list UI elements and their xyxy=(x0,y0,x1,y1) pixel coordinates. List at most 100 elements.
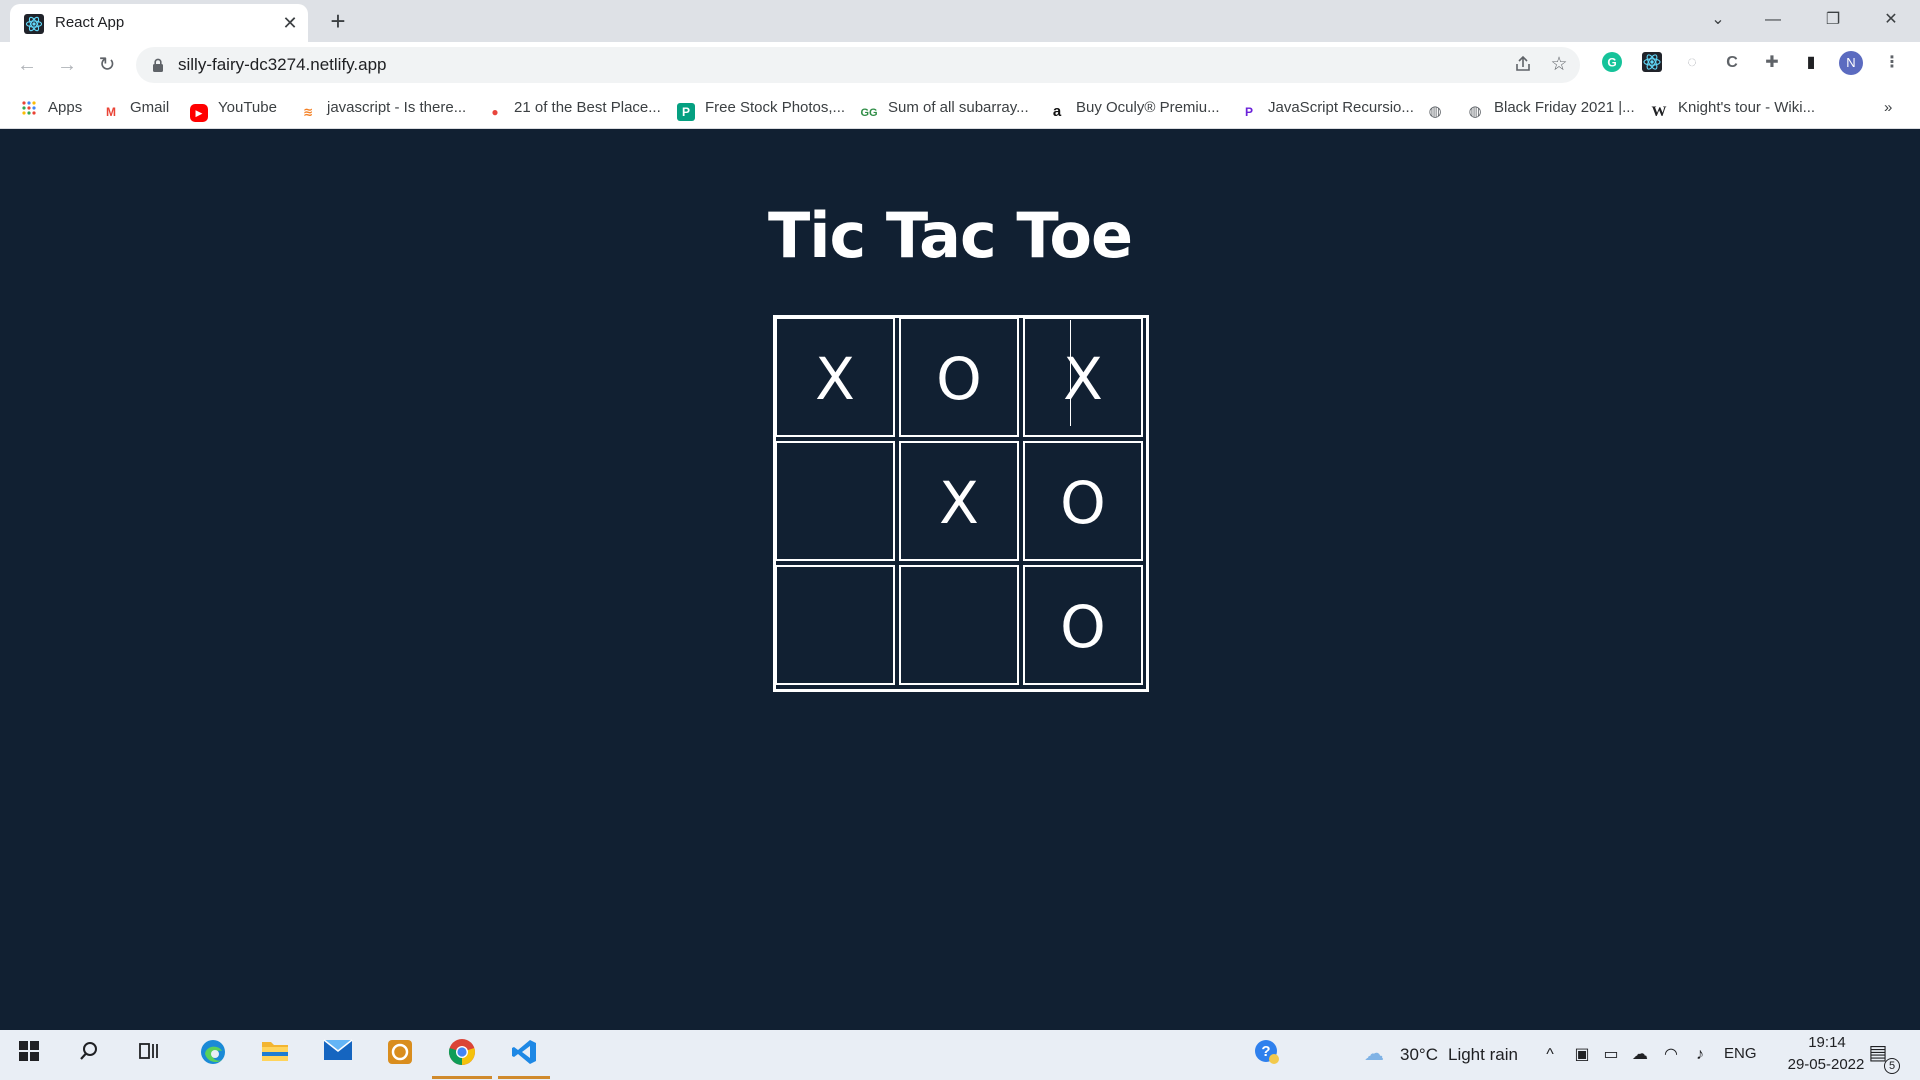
minimize-button[interactable]: — xyxy=(1755,6,1791,34)
bookmarks-overflow-icon[interactable]: » xyxy=(1884,96,1892,120)
extension-spinner-icon[interactable]: ◌ xyxy=(1680,51,1704,75)
tab-search-icon[interactable]: ⌄ xyxy=(1700,6,1736,34)
forward-button[interactable]: → xyxy=(52,50,82,80)
bookmark-globe[interactable]: ◍ xyxy=(1426,96,1454,120)
bookmark-label: Gmail xyxy=(130,99,170,116)
bookmark-apps[interactable]: Apps xyxy=(20,96,82,120)
weather-condition[interactable]: Light rain xyxy=(1448,1045,1518,1065)
bookmark-stackoverflow[interactable]: ≋ javascript - Is there... xyxy=(299,96,466,120)
bookmarks-bar: Apps M Gmail ▶ YouTube ≋ javascript - Is th… xyxy=(0,88,1920,129)
url-text: silly-fairy-dc3274.netlify.app xyxy=(178,55,387,74)
board-cell-2-1[interactable] xyxy=(899,565,1019,685)
page-title: Tic Tac Toe xyxy=(767,199,1133,272)
page-content: Tic Tac Toe X O X X O O xyxy=(0,129,1920,1030)
address-bar[interactable]: silly-fairy-dc3274.netlify.app ☆ xyxy=(136,47,1580,83)
close-window-button[interactable]: ✕ xyxy=(1873,6,1909,34)
bookmark-best-places[interactable]: ● 21 of the Best Place... xyxy=(486,96,660,120)
file-explorer-icon[interactable] xyxy=(258,1038,292,1072)
svg-text:G: G xyxy=(1607,56,1616,70)
weather-rain-icon[interactable]: ☁ xyxy=(1364,1044,1384,1064)
tab-close-icon[interactable]: ✕ xyxy=(280,13,300,33)
lock-icon xyxy=(152,58,164,77)
weather-temperature[interactable]: 30°C xyxy=(1400,1045,1438,1065)
mail-icon[interactable] xyxy=(321,1038,355,1072)
restore-button[interactable]: ❐ xyxy=(1815,6,1851,34)
bookmark-label: Black Friday 2021 |... xyxy=(1494,99,1635,116)
pin-icon: ● xyxy=(491,105,499,119)
amazon-icon: a xyxy=(1052,103,1062,120)
bookmark-pexels[interactable]: P Free Stock Photos,... xyxy=(677,96,846,121)
bookmark-youtube[interactable]: ▶ YouTube xyxy=(190,96,277,122)
board-cell-1-1[interactable]: X xyxy=(899,441,1019,561)
board-cell-2-0[interactable] xyxy=(775,565,895,685)
bookmark-wikipedia[interactable]: W Knight's tour - Wiki... xyxy=(1650,96,1816,120)
help-icon[interactable]: ? xyxy=(1250,1038,1284,1072)
chrome-active-indicator xyxy=(432,1076,492,1079)
bookmark-label: javascript - Is there... xyxy=(327,99,467,116)
board-cell-1-2[interactable]: O xyxy=(1023,441,1143,561)
bookmark-label: Free Stock Photos,... xyxy=(705,99,846,116)
svg-text:?: ? xyxy=(1261,1043,1270,1060)
bookmark-label: JavaScript Recursio... xyxy=(1268,99,1414,116)
board-cell-1-0[interactable] xyxy=(775,441,895,561)
side-panel-icon[interactable]: ▮ xyxy=(1799,51,1823,75)
wifi-icon[interactable]: ◠ xyxy=(1661,1045,1681,1065)
windows-taskbar: ? ☁ 30°C Light rain ^ ▣ ▭ ☁ ◠ ♪ ENG 19:1… xyxy=(0,1030,1920,1080)
share-icon[interactable] xyxy=(1512,54,1534,76)
react-devtools-icon[interactable] xyxy=(1640,51,1664,75)
profile-initial: N xyxy=(1839,51,1863,75)
bookmark-programiz[interactable]: P JavaScript Recursio... xyxy=(1240,96,1414,120)
bookmark-label: Buy Oculy® Premiu... xyxy=(1076,99,1220,116)
menu-kebab-icon[interactable]: ⋮ xyxy=(1880,51,1904,75)
store-icon[interactable] xyxy=(383,1038,417,1072)
bookmark-label: Sum of all subarray... xyxy=(888,99,1029,116)
browser-toolbar: ← → ↻ silly-fairy-dc3274.netlify.app ☆ G… xyxy=(0,42,1920,88)
task-view-icon[interactable] xyxy=(132,1038,166,1072)
board-cell-2-2[interactable]: O xyxy=(1023,565,1143,685)
bookmark-gmail[interactable]: M Gmail xyxy=(102,96,169,120)
profile-avatar[interactable]: N xyxy=(1839,51,1863,75)
volume-icon[interactable]: ♪ xyxy=(1690,1045,1710,1065)
tab-title: React App xyxy=(55,14,125,31)
chrome-icon[interactable] xyxy=(445,1038,479,1072)
onedrive-icon[interactable]: ☁ xyxy=(1630,1045,1650,1065)
chevron-up-icon[interactable]: ^ xyxy=(1540,1045,1560,1065)
game-board: X O X X O O xyxy=(773,315,1149,692)
gmail-icon: M xyxy=(106,105,116,119)
search-icon[interactable] xyxy=(72,1038,106,1072)
notification-count-badge: 5 xyxy=(1884,1058,1900,1074)
battery-icon[interactable]: ▭ xyxy=(1601,1045,1621,1065)
board-cell-0-2[interactable]: X xyxy=(1023,317,1143,437)
stackoverflow-icon: ≋ xyxy=(302,105,314,119)
windows-start-icon[interactable] xyxy=(12,1038,46,1072)
clock-time[interactable]: 19:14 xyxy=(1788,1034,1866,1051)
extensions-puzzle-icon[interactable]: ✚ xyxy=(1760,51,1784,75)
bookmark-label: Knight's tour - Wiki... xyxy=(1678,99,1816,116)
board-cell-0-1[interactable]: O xyxy=(899,317,1019,437)
bookmark-black-friday[interactable]: ◍ Black Friday 2021 |... xyxy=(1466,96,1635,120)
language-indicator[interactable]: ENG xyxy=(1724,1045,1757,1062)
geeksforgeeks-icon: GG xyxy=(860,107,878,119)
apps-grid-icon xyxy=(20,100,38,118)
pexels-icon: P xyxy=(677,103,695,121)
meet-now-icon[interactable]: ▣ xyxy=(1572,1045,1592,1065)
globe-icon: ◍ xyxy=(1428,103,1442,120)
text-cursor xyxy=(1070,320,1071,426)
bookmark-star-icon[interactable]: ☆ xyxy=(1548,54,1570,76)
reload-button[interactable]: ↻ xyxy=(92,50,122,80)
wikipedia-icon: W xyxy=(1651,104,1667,120)
bookmark-geeksforgeeks[interactable]: GG Sum of all subarray... xyxy=(860,96,1029,120)
browser-window: React App ✕ + ⌄ — ❐ ✕ ← → ↻ silly-fairy-… xyxy=(0,0,1920,1080)
board-cell-0-0[interactable]: X xyxy=(775,317,895,437)
vscode-active-indicator xyxy=(498,1076,550,1079)
bookmark-amazon[interactable]: a Buy Oculy® Premiu... xyxy=(1048,96,1220,120)
edge-icon[interactable] xyxy=(196,1038,230,1072)
code-extension-icon[interactable]: C xyxy=(1720,51,1744,75)
programiz-icon: P xyxy=(1244,105,1253,119)
tab-react-app[interactable]: React App ✕ xyxy=(10,4,308,42)
bookmark-label: YouTube xyxy=(218,99,277,116)
back-button[interactable]: ← xyxy=(12,50,42,80)
vscode-icon[interactable] xyxy=(507,1038,541,1072)
new-tab-button[interactable]: + xyxy=(324,8,352,36)
grammarly-icon[interactable]: G xyxy=(1600,51,1624,75)
